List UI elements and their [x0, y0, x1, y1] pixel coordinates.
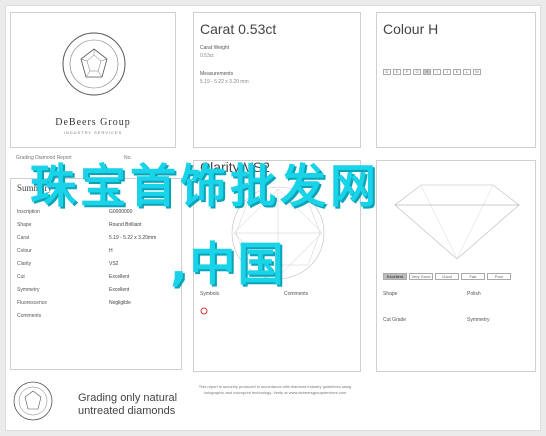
- colour-scale: D E F G H I J K L M: [383, 69, 481, 75]
- inclusion-symbol-icon: [200, 307, 208, 315]
- colour-swatch: I: [433, 69, 441, 75]
- watermark-line-1: 珠宝首饰批发网: [30, 159, 380, 213]
- colour-panel: Colour H D E F G H I J K L M: [376, 12, 536, 148]
- footer-seal-logo: [13, 381, 53, 421]
- cut-grade-panel: Excellent Very Good Good Fair Poor Shape…: [376, 160, 536, 372]
- row-label: Symmetry: [17, 287, 40, 293]
- polish-label: Polish: [467, 291, 481, 297]
- row-value: 5.19 - 5.22 x 3.20mm: [109, 235, 157, 241]
- carat-title: Carat: [200, 21, 235, 37]
- colour-heading: Colour H: [383, 21, 438, 37]
- carat-value: 0.53ct: [238, 21, 277, 37]
- row-value: H: [109, 248, 113, 254]
- comments-label: Comments: [284, 291, 309, 297]
- symmetry-label: Symmetry: [467, 317, 490, 323]
- colour-swatch: J: [443, 69, 451, 75]
- cut-level-selected: Excellent: [383, 273, 407, 280]
- colour-swatch: G: [413, 69, 421, 75]
- row-label: Comments: [17, 313, 42, 319]
- measurements-value: 5.19 - 5.22 x 3.20 mm: [200, 79, 249, 85]
- carat-heading: Carat 0.53ct: [200, 21, 276, 37]
- shape-label: Shape: [383, 291, 398, 297]
- carat-weight-label: Carat Weight: [200, 45, 230, 51]
- measurements-label: Measurements: [200, 71, 234, 77]
- carat-weight-value: 0.53ct: [200, 53, 214, 59]
- row-value: Round Brilliant: [109, 222, 142, 228]
- cut-grade-label: Cut Grade: [383, 317, 407, 323]
- row-value: VS2: [109, 261, 119, 267]
- watermark-line-2: ,中国: [170, 237, 286, 291]
- colour-swatch: K: [453, 69, 461, 75]
- diamond-profile-diagram: [394, 184, 520, 260]
- colour-swatch: F: [403, 69, 411, 75]
- row-label: Fluorescence: [17, 300, 48, 306]
- brand-sub: INDUSTRY SERVICES: [63, 130, 123, 135]
- footer-line-2: untreated diamonds: [78, 405, 176, 417]
- colour-swatch: L: [463, 69, 471, 75]
- carat-panel: Carat 0.53ct Carat Weight 0.53ct Measure…: [193, 12, 361, 148]
- cut-level: Fair: [461, 273, 485, 280]
- colour-grade: H: [428, 21, 439, 37]
- row-label: Shape: [17, 222, 32, 228]
- row-label: Carat: [17, 235, 30, 241]
- colour-swatch-selected: H: [423, 69, 431, 75]
- colour-swatch: E: [393, 69, 401, 75]
- cut-level: Very Good: [409, 273, 433, 280]
- logo-panel: DeBeers Group INDUSTRY SERVICES: [10, 12, 176, 148]
- colour-swatch: M: [473, 69, 481, 75]
- footer-note: This report is securely produced in acco…: [198, 384, 352, 395]
- row-label: Cut: [17, 274, 25, 280]
- brand-name: DeBeers Group: [55, 117, 131, 128]
- row-label: Clarity: [17, 261, 32, 267]
- row-value: Excellent: [109, 274, 130, 280]
- cut-scale: Excellent Very Good Good Fair Poor: [383, 273, 511, 280]
- institute-seal-logo: [62, 32, 126, 96]
- row-value: Negligible: [109, 300, 131, 306]
- colour-swatch: D: [383, 69, 391, 75]
- cut-level: Poor: [487, 273, 511, 280]
- row-label: Colour: [17, 248, 32, 254]
- footer-line-1: Grading only natural: [78, 392, 178, 404]
- colour-title: Colour: [383, 21, 425, 37]
- row-value: Excellent: [109, 287, 130, 293]
- cut-level: Good: [435, 273, 459, 280]
